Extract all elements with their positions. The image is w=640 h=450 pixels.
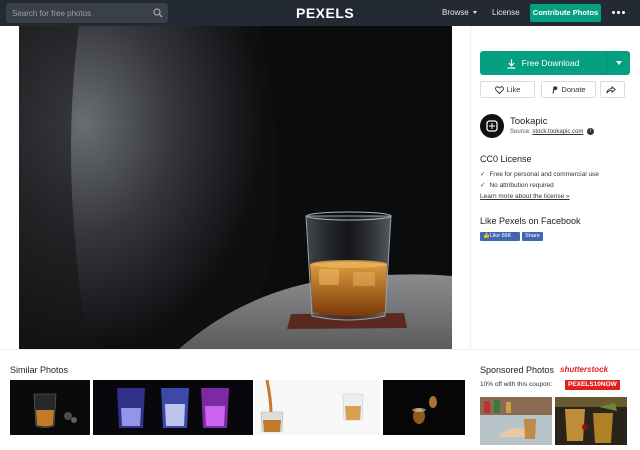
section-divider [0, 349, 640, 350]
browse-menu[interactable]: Browse [442, 8, 477, 17]
license-learn-more-link[interactable]: Learn more about the license » [480, 193, 570, 200]
source-link[interactable]: stock.tookapic.com [532, 129, 583, 135]
like-label: Like [506, 85, 521, 94]
similar-photo-thumbnail[interactable] [383, 380, 465, 435]
coupon-text: 10% off with this coupon: [480, 381, 553, 388]
facebook-title: Like Pexels on Facebook [480, 216, 581, 226]
source-prefix: Source: [510, 129, 531, 136]
license-link[interactable]: License [492, 8, 520, 17]
license-title: CC0 License [480, 154, 532, 164]
similar-photo-thumbnail[interactable] [10, 380, 90, 435]
paypal-icon [552, 86, 558, 94]
license-item: ✓ No attribution required [480, 181, 554, 189]
sponsored-photos-title: Sponsored Photos [480, 365, 555, 375]
like-button[interactable]: Like [480, 81, 535, 98]
coupon-code-badge[interactable]: PEXELS10NOW [565, 380, 620, 390]
facebook-like-button[interactable]: 👍Like 66K [480, 232, 520, 241]
contribute-photos-button[interactable]: Contribute Photos [530, 4, 601, 22]
sponsored-photo-thumbnail[interactable] [480, 397, 552, 445]
top-navigation-bar: PEXELS Browse License Contribute Photos [0, 0, 640, 26]
chevron-down-icon[interactable] [616, 61, 622, 65]
license-item-text: Free for personal and commercial use [489, 171, 599, 178]
button-divider [606, 51, 607, 75]
download-icon [507, 59, 516, 69]
search-box[interactable] [6, 3, 168, 23]
similar-photo-thumbnail[interactable] [255, 380, 380, 435]
avatar[interactable] [480, 114, 504, 138]
free-download-label: Free Download [521, 58, 580, 68]
search-input[interactable] [12, 3, 152, 23]
license-item-text: No attribution required [489, 182, 554, 189]
search-icon[interactable] [153, 8, 163, 18]
similar-photo-thumbnail[interactable] [93, 380, 253, 435]
heart-icon [494, 86, 504, 95]
tookapic-logo-icon [486, 120, 498, 132]
share-icon [606, 85, 616, 94]
license-item: ✓ Free for personal and commercial use [480, 170, 599, 178]
free-download-main[interactable]: Free Download [480, 51, 606, 75]
similar-photos-title: Similar Photos [10, 365, 69, 375]
share-button[interactable] [600, 81, 625, 98]
sponsored-photo-thumbnail[interactable] [555, 397, 627, 445]
donate-label: Donate [561, 85, 586, 94]
browse-label: Browse [442, 8, 469, 17]
pexels-logo[interactable]: PEXELS [296, 5, 354, 21]
more-options-icon[interactable] [612, 7, 626, 17]
shutterstock-logo[interactable]: shutterstock [560, 365, 608, 374]
check-icon: ✓ [480, 171, 486, 178]
thumbs-up-icon: 👍 [483, 233, 490, 239]
info-icon[interactable]: i [587, 128, 595, 135]
check-icon: ✓ [480, 182, 486, 189]
facebook-like-label: Like 66K [489, 233, 512, 239]
free-download-button[interactable]: Free Download [480, 51, 630, 75]
author-source: Source: stock.tookapic.com i [510, 128, 595, 136]
facebook-share-button[interactable]: Share [522, 232, 543, 241]
chevron-down-icon [472, 11, 477, 15]
sidebar-divider [470, 26, 471, 349]
author-name[interactable]: Tookapic [510, 116, 548, 127]
main-photo[interactable] [19, 26, 452, 349]
donate-button[interactable]: Donate [541, 81, 596, 98]
